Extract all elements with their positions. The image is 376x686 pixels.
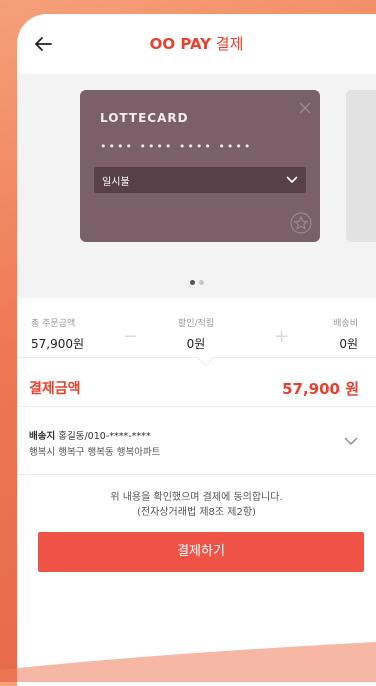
carousel-dot[interactable] bbox=[189, 280, 195, 285]
payment-amount-value: 57,900 원 bbox=[282, 380, 359, 398]
shipping-recipient-text: 홍길동/010-****-**** bbox=[58, 431, 151, 442]
phone-screen: OO PAY 결제 LOTTECARD •••• •••• •••• •••• … bbox=[17, 14, 376, 686]
shipping-recipient: 배송지 홍길동/010-****-**** bbox=[29, 428, 151, 442]
shipping-fee-value: 0원 bbox=[339, 337, 358, 351]
page-title: OO PAY 결제 bbox=[17, 33, 376, 54]
payment-card[interactable]: LOTTECARD •••• •••• •••• •••• 일시불 bbox=[80, 90, 320, 242]
carousel-dot[interactable] bbox=[198, 280, 204, 285]
title-text: 결제 bbox=[215, 35, 244, 53]
divider bbox=[17, 474, 376, 475]
card-brand: LOTTECARD bbox=[100, 111, 189, 125]
carousel-dots bbox=[17, 270, 376, 285]
chevron-down-icon bbox=[286, 176, 298, 184]
next-card-peek[interactable] bbox=[346, 90, 376, 242]
discount-value: 0원 bbox=[186, 337, 206, 351]
agreement-line2: (전자상거래법 제8조 제2항) bbox=[137, 507, 256, 518]
header: OO PAY 결제 bbox=[17, 14, 376, 74]
shipping-address-row[interactable]: 배송지 홍길동/010-****-**** 행복시 행복구 행복동 행복아파트 bbox=[17, 406, 376, 474]
shipping-fee: 배송비 0원 bbox=[238, 316, 358, 352]
installment-select[interactable]: 일시불 bbox=[94, 167, 306, 193]
discount-label: 할인/적립 bbox=[177, 319, 215, 329]
installment-value: 일시불 bbox=[102, 177, 130, 188]
star-icon[interactable] bbox=[290, 212, 312, 234]
price-summary: 총 주문금액 57,900원 − 할인/적립 0원 + 배송비 0원 bbox=[17, 298, 376, 358]
agreement-text: 위 내용을 확인했으며 결제에 동의합니다. (전자상거래법 제8조 제2항) bbox=[17, 490, 376, 520]
card-number: •••• •••• •••• •••• bbox=[100, 140, 253, 153]
card-carousel[interactable]: LOTTECARD •••• •••• •••• •••• 일시불 bbox=[17, 74, 376, 298]
shipping-fee-label: 배송비 bbox=[333, 319, 358, 329]
payment-amount-label: 결제금액 bbox=[29, 381, 81, 397]
minus-sign: − bbox=[123, 326, 139, 347]
bottom-decoration bbox=[0, 642, 376, 682]
shipping-address: 행복시 행복구 행복동 행복아파트 bbox=[29, 447, 161, 458]
chevron-down-icon[interactable] bbox=[344, 436, 358, 446]
pay-button[interactable]: 결제하기 bbox=[38, 532, 364, 572]
title-brand: OO PAY bbox=[149, 35, 211, 53]
close-icon[interactable] bbox=[299, 102, 311, 114]
shipping-tag: 배송지 bbox=[29, 431, 56, 442]
agreement-line1: 위 내용을 확인했으며 결제에 동의합니다. bbox=[110, 492, 283, 503]
discount-amount: 할인/적립 0원 bbox=[141, 316, 251, 352]
